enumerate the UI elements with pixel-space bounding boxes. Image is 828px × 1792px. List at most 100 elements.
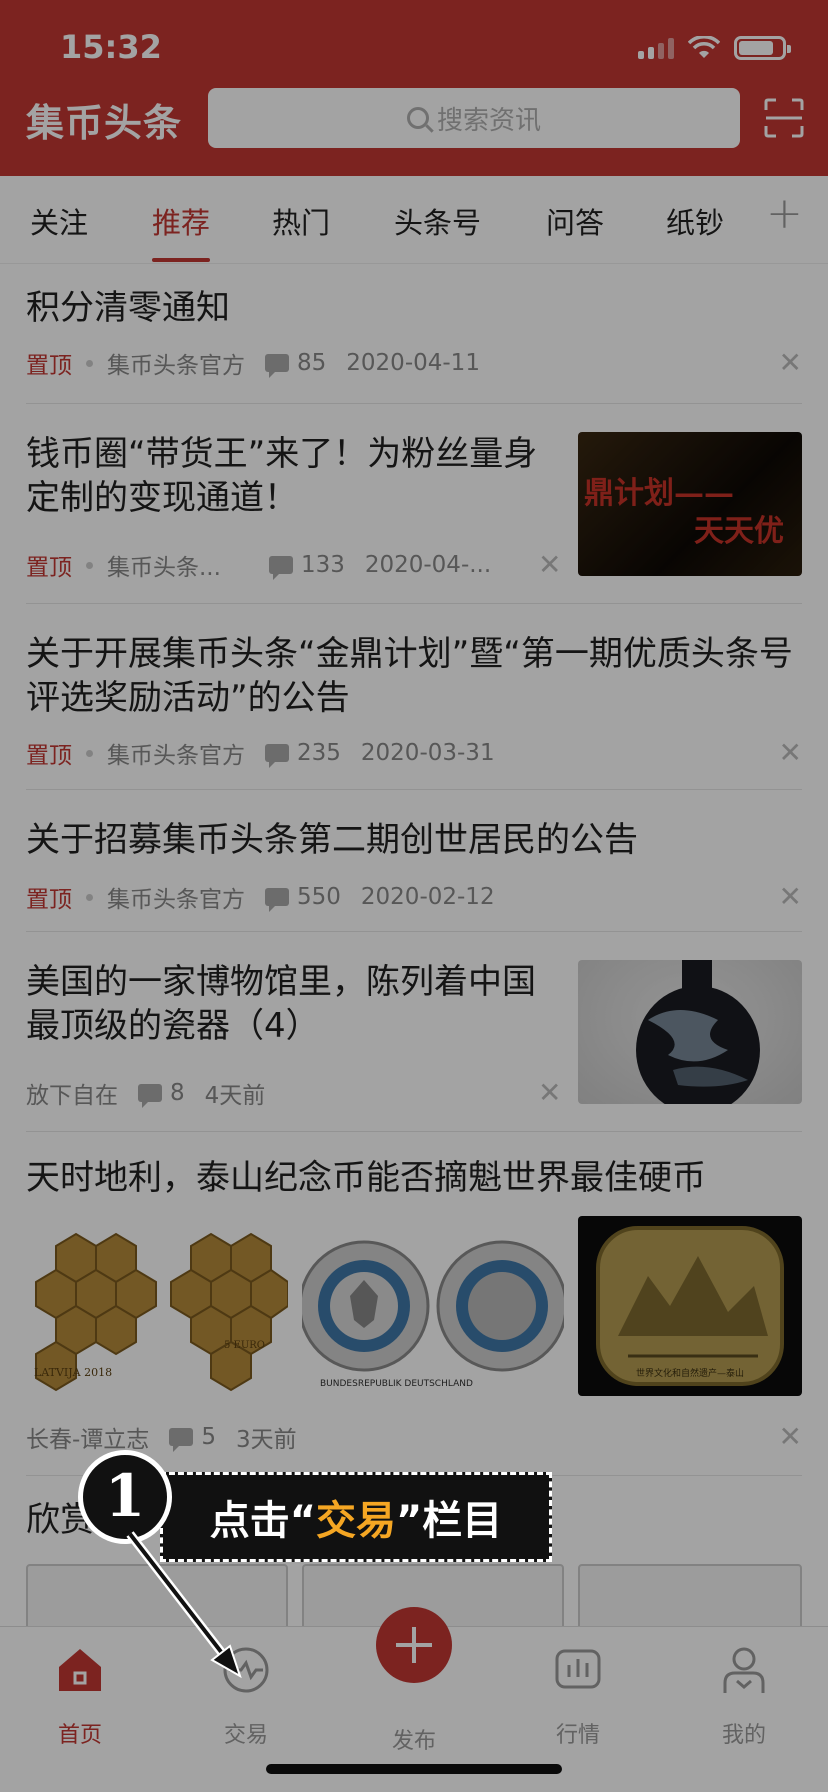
comment-icon xyxy=(169,1428,194,1452)
status-time: 15:32 xyxy=(60,28,162,66)
comment-icon xyxy=(265,354,289,378)
article-thumbnail: 鼎计划—— 天天优 xyxy=(578,432,802,576)
tab-recommend[interactable]: 推荐 xyxy=(152,200,211,262)
home-icon xyxy=(59,1649,101,1691)
status-bar: 15:32 xyxy=(0,0,828,88)
separator-dot xyxy=(86,359,93,367)
list-item[interactable]: 美国的一家博物馆里，陈列着中国最顶级的瓷器（4） 放下自在 8 4天前 ✕ xyxy=(26,932,802,1132)
scan-icon[interactable] xyxy=(764,98,804,138)
pinned-badge: 置顶 xyxy=(26,887,72,913)
comment-count: 133 xyxy=(300,552,345,578)
comment-icon xyxy=(138,1084,162,1108)
article-date: 2020-04-... xyxy=(364,552,492,578)
article-date: 4天前 xyxy=(204,1083,266,1109)
dismiss-icon[interactable]: ✕ xyxy=(538,548,561,581)
nav-trade[interactable]: 交易 xyxy=(196,1645,296,1749)
search-placeholder: 搜索资讯 xyxy=(436,105,541,136)
separator-dot xyxy=(86,893,93,901)
nav-label: 发布 xyxy=(391,1729,436,1754)
nav-label: 我的 xyxy=(721,1723,766,1748)
nav-label: 首页 xyxy=(57,1723,102,1748)
article-source: 集币头条官方 xyxy=(107,887,245,913)
article-thumbnail: 世界文化和自然遗产—泰山 xyxy=(578,1216,802,1396)
article-date: 2020-03-31 xyxy=(360,740,495,766)
cellular-signal-icon xyxy=(638,37,674,59)
search-icon xyxy=(406,107,429,129)
pinned-badge: 置顶 xyxy=(26,743,72,769)
dismiss-icon[interactable]: ✕ xyxy=(779,880,802,913)
article-date: 2020-02-12 xyxy=(360,884,495,910)
wifi-icon xyxy=(688,36,720,58)
article-title: 天时地利，泰山纪念币能否摘魁世界最佳硬币 xyxy=(26,1158,706,1198)
coin-inscription: LATVIJA 2018 xyxy=(34,1366,112,1379)
dismiss-icon[interactable]: ✕ xyxy=(779,736,802,769)
dismiss-icon[interactable]: ✕ xyxy=(779,1420,802,1453)
article-date: 3天前 xyxy=(235,1427,297,1453)
list-item[interactable]: 关于开展集币头条“金鼎计划”暨“第一期优质头条号评选奖励活动”的公告 置顶 集币… xyxy=(26,604,802,790)
article-title: 钱币圈“带货王”来了！为粉丝量身定制的变现通道！ xyxy=(26,434,538,518)
article-title: 关于招募集币头条第二期创世居民的公告 xyxy=(26,820,638,860)
step-number-badge: 1 xyxy=(78,1450,172,1544)
nav-label: 行情 xyxy=(555,1723,600,1748)
app-header: 集币头条 搜索资讯 xyxy=(0,88,828,176)
comment-count: 8 xyxy=(170,1080,185,1106)
tab-qa[interactable]: 问答 xyxy=(546,200,604,242)
separator-dot xyxy=(86,561,93,569)
vase-image xyxy=(636,960,760,1104)
article-thumbnail xyxy=(578,960,802,1104)
euro-coin-image: BUNDESREPUBLIK DEUTSCHLAND xyxy=(302,1240,564,1389)
coin-inscription: BUNDESREPUBLIK DEUTSCHLAND xyxy=(320,1379,473,1389)
thumbnail-text: 天天优 xyxy=(694,514,784,549)
article-source: 放下自在 xyxy=(26,1083,118,1109)
taishan-coin-image: 世界文化和自然遗产—泰山 xyxy=(596,1226,784,1386)
article-title: 积分清零通知 xyxy=(26,288,230,328)
pinned-badge: 置顶 xyxy=(26,555,72,581)
list-item[interactable]: 钱币圈“带货王”来了！为粉丝量身定制的变现通道！ 置顶 集币头条... 133 … xyxy=(26,404,802,604)
list-item[interactable]: 关于招募集币头条第二期创世居民的公告 置顶 集币头条官方 550 2020-02… xyxy=(26,790,802,932)
article-source: 集币头条... xyxy=(107,555,221,581)
tab-banknote[interactable]: 纸钞 xyxy=(666,200,724,242)
tab-follow[interactable]: 关注 xyxy=(30,200,88,242)
callout-text: ”栏目 xyxy=(396,1498,503,1544)
article-date: 2020-04-11 xyxy=(346,350,480,376)
trade-icon xyxy=(223,1647,269,1693)
list-item[interactable]: 积分清零通知 置顶 集币头条官方 85 2020-04-11 ✕ xyxy=(26,264,802,404)
coin-inscription: 5 EURO xyxy=(224,1340,265,1351)
article-thumbnail: BUNDESREPUBLIK DEUTSCHLAND xyxy=(302,1216,564,1396)
category-tabs: 关注 推荐 热门 头条号 问答 纸钞 + xyxy=(0,176,828,264)
honeycomb-coin-image: LATVIJA 2018 5 EURO xyxy=(34,1232,288,1392)
article-thumbnail: LATVIJA 2018 5 EURO xyxy=(26,1216,288,1396)
pinned-badge: 置顶 xyxy=(26,353,72,379)
add-tab-icon[interactable]: + xyxy=(766,188,803,239)
separator-dot xyxy=(86,749,93,757)
publish-button[interactable] xyxy=(376,1607,452,1683)
nav-home[interactable]: 首页 xyxy=(30,1645,130,1749)
battery-icon xyxy=(734,36,791,60)
bottom-nav: 首页 交易 发布 行情 我的 xyxy=(0,1607,828,1792)
article-source: 集币头条官方 xyxy=(107,353,245,379)
comment-icon xyxy=(265,888,289,912)
tab-headline-account[interactable]: 头条号 xyxy=(394,200,481,242)
tab-hot[interactable]: 热门 xyxy=(272,200,330,242)
coin-inscription: 世界文化和自然遗产—泰山 xyxy=(636,1367,744,1379)
dismiss-icon[interactable]: ✕ xyxy=(538,1076,561,1109)
app-logo: 集币头条 xyxy=(26,101,183,145)
market-icon xyxy=(555,1649,601,1689)
comment-count: 235 xyxy=(297,740,341,766)
comment-icon xyxy=(265,744,289,768)
nav-mine[interactable]: 我的 xyxy=(694,1645,794,1749)
article-title: 美国的一家博物馆里，陈列着中国最顶级的瓷器（4） xyxy=(26,962,536,1046)
tutorial-callout: 点击“ 交易 ”栏目 xyxy=(160,1472,552,1562)
dismiss-icon[interactable]: ✕ xyxy=(779,346,802,379)
search-input[interactable]: 搜索资讯 xyxy=(208,88,740,148)
article-source: 集币头条官方 xyxy=(107,743,245,769)
comment-count: 550 xyxy=(297,884,341,910)
nav-market[interactable]: 行情 xyxy=(528,1645,628,1749)
list-item[interactable]: 天时地利，泰山纪念币能否摘魁世界最佳硬币 LATVIJA 2018 5 EURO… xyxy=(26,1132,802,1476)
comment-count: 85 xyxy=(297,350,327,376)
nav-label: 交易 xyxy=(223,1723,268,1748)
comment-count: 5 xyxy=(201,1424,216,1450)
comment-icon xyxy=(268,556,293,580)
callout-text: 点击“ xyxy=(209,1498,316,1544)
nav-publish[interactable]: 发布 xyxy=(364,1723,464,1755)
